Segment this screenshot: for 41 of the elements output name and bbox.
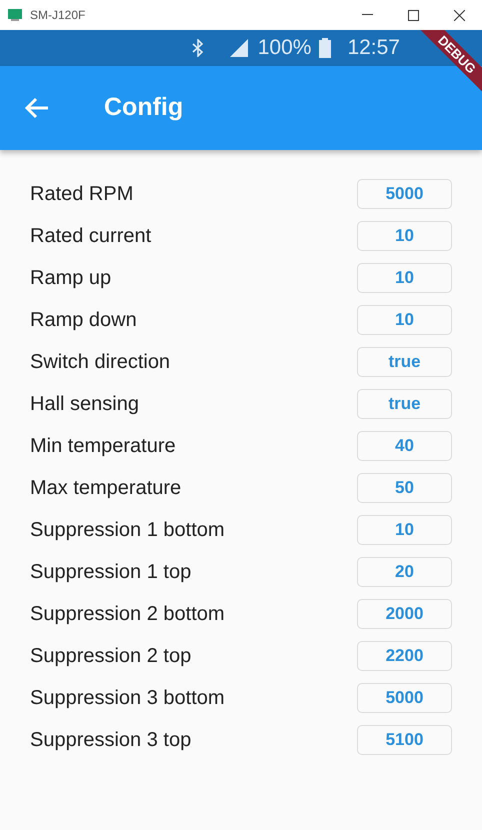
window-title: SM-J120F [30, 7, 86, 24]
value-field[interactable]: true [357, 389, 452, 419]
setting-label: Suppression 3 bottom [30, 686, 225, 711]
back-arrow-icon [24, 96, 50, 120]
value-field[interactable]: 2200 [357, 641, 452, 671]
value-field[interactable]: 10 [357, 515, 452, 545]
app-bar-title: Config [104, 92, 184, 124]
value-field[interactable]: 5000 [357, 179, 452, 209]
signal-icon [228, 39, 250, 57]
value-field[interactable]: 10 [357, 221, 452, 251]
value-field[interactable]: 20 [357, 557, 452, 587]
setting-label: Rated current [30, 224, 152, 249]
setting-label: Suppression 3 top [30, 728, 192, 753]
setting-label: Switch direction [30, 350, 170, 375]
value-field[interactable]: 10 [357, 305, 452, 335]
setting-label: Suppression 2 top [30, 644, 192, 669]
app-icon [8, 9, 22, 21]
setting-label: Rated RPM [30, 182, 134, 207]
setting-label: Min temperature [30, 434, 176, 459]
status-time: 12:57 [347, 35, 400, 62]
battery-percentage: 100% [258, 35, 312, 62]
value-field[interactable]: 5000 [357, 683, 452, 713]
close-icon [454, 10, 464, 20]
setting-label: Suppression 1 top [30, 560, 192, 585]
value-field[interactable]: 5100 [357, 725, 452, 755]
minimize-icon [362, 14, 372, 16]
setting-label: Ramp down [30, 308, 137, 333]
battery-icon [319, 38, 332, 58]
setting-label: Suppression 2 bottom [30, 602, 225, 627]
setting-label: Ramp up [30, 266, 112, 291]
value-field[interactable]: 10 [357, 263, 452, 293]
value-field[interactable]: 50 [357, 473, 452, 503]
setting-label: Max temperature [30, 476, 182, 501]
setting-label: Hall sensing [30, 392, 139, 417]
bluetooth-icon [192, 39, 204, 57]
value-field[interactable]: 2000 [357, 599, 452, 629]
value-field[interactable]: true [357, 347, 452, 377]
maximize-icon [408, 10, 418, 20]
value-field[interactable]: 40 [357, 431, 452, 461]
setting-label: Suppression 1 bottom [30, 518, 225, 543]
back-button[interactable] [24, 96, 50, 120]
